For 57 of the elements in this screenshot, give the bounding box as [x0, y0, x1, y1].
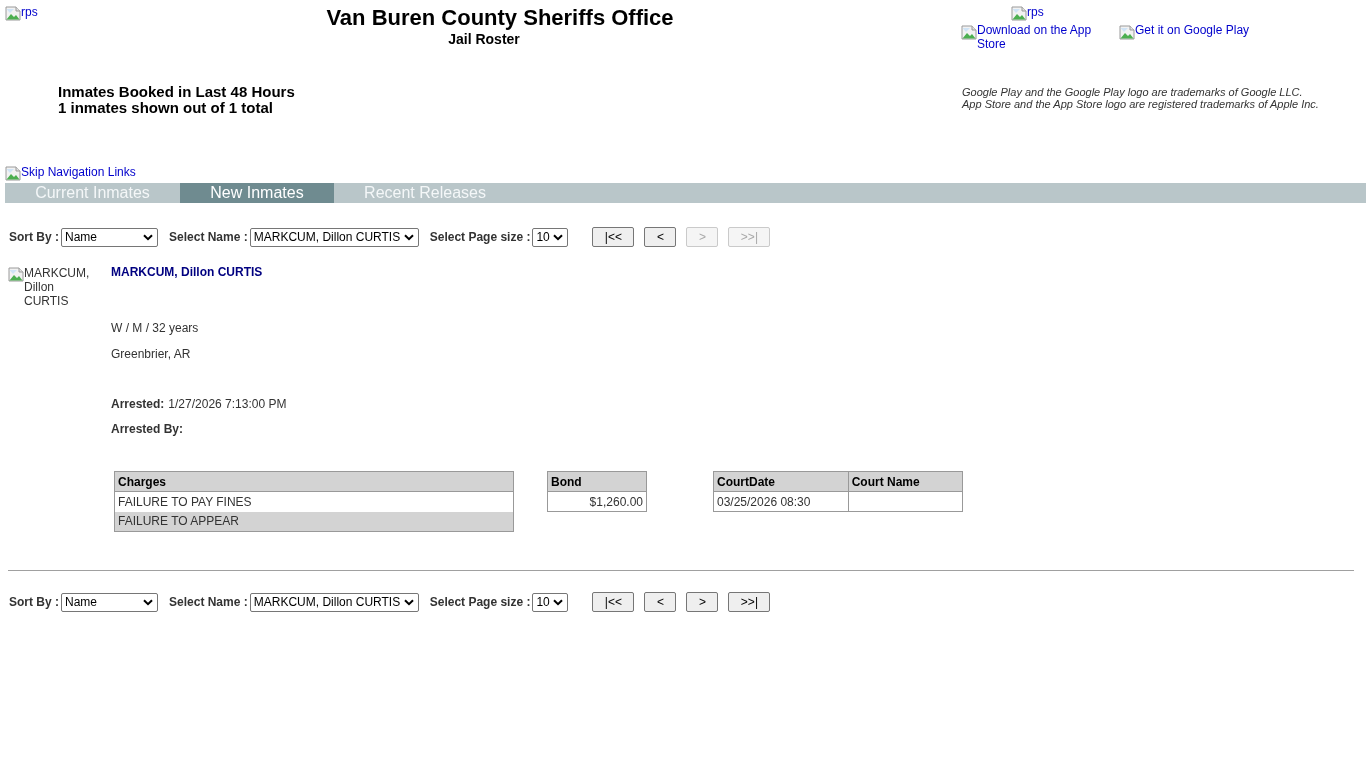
inmate-dropdown[interactable]: MARKCUM, Dillon CURTIS: [249, 227, 419, 247]
summary-text: 1 inmates shown out of 1 total: [58, 100, 275, 116]
column-header: Court Name: [848, 471, 963, 492]
location-text: Greenbrier, AR: [111, 347, 191, 361]
google-play-link[interactable]: Get it on Google Play: [1119, 23, 1250, 40]
pager-button[interactable]: >: [686, 592, 719, 612]
pager-button[interactable]: >>|: [728, 592, 771, 612]
field-label: Arrested:: [111, 397, 165, 411]
inmate-dropdown[interactable]: MARKCUM, Dillon CURTIS: [249, 592, 419, 612]
broken-image-icon: [8, 266, 24, 282]
table-cell: 03/25/2026 08:30: [713, 491, 849, 512]
photo-alt-text: MARKCUM, Dillon CURTIS: [24, 266, 91, 308]
pager-button[interactable]: <: [644, 227, 677, 247]
page-subtitle: Jail Roster: [448, 31, 520, 47]
field-label: Select Page size :: [429, 595, 531, 609]
chevron-down-icon: [403, 598, 414, 606]
field-label: Select Name :: [169, 595, 248, 609]
table-cell: FAILURE TO APPEAR: [114, 511, 514, 532]
logo-link[interactable]: rps: [5, 5, 38, 21]
sort-dropdown[interactable]: Name: [61, 227, 158, 247]
skip-navigation-link[interactable]: Skip Navigation Links: [5, 165, 136, 181]
inmate-name-link[interactable]: MARKCUM, Dillon CURTIS: [111, 265, 263, 279]
broken-image-icon: [1119, 24, 1135, 40]
chevron-down-icon: [403, 233, 414, 241]
sort-dropdown[interactable]: Name: [61, 592, 158, 612]
column-header: Charges: [114, 471, 514, 492]
field-value: 1/27/2026 7:13:00 PM: [168, 397, 287, 411]
nav-tab[interactable]: New Inmates: [180, 183, 334, 203]
column-header: CourtDate: [713, 471, 849, 492]
table-cell: FAILURE TO PAY FINES: [114, 491, 514, 512]
page-size-dropdown[interactable]: 10: [532, 227, 569, 247]
field-label: Sort By :: [9, 595, 59, 609]
chevron-down-icon: [143, 233, 153, 241]
broken-image-icon: [961, 24, 977, 40]
pager-button[interactable]: |<<: [592, 592, 635, 612]
chevron-down-icon: [553, 598, 564, 606]
trademark-notice: App Store and the App Store logo are registered trademarks of Apple Inc.: [962, 98, 1319, 110]
field-label: Arrested By:: [111, 422, 184, 436]
chevron-down-icon: [553, 233, 564, 241]
broken-image-icon: [5, 5, 21, 21]
pager-button[interactable]: <: [644, 592, 677, 612]
field-label: Sort By :: [9, 230, 59, 244]
field-label: Select Page size :: [429, 230, 531, 244]
field-label: Select Name :: [169, 230, 248, 244]
demographics-text: W / M / 32 years: [111, 321, 199, 335]
pager-button[interactable]: |<<: [592, 227, 635, 247]
chevron-down-icon: [143, 598, 153, 606]
summary-text: Inmates Booked in Last 48 Hours: [58, 84, 295, 100]
logo-link[interactable]: rps: [1011, 5, 1044, 21]
page-title: Van Buren County Sheriffs Office: [326, 5, 674, 31]
trademark-notice: Google Play and the Google Play logo are trademarks of Google LLC.: [962, 86, 1304, 98]
app-store-link[interactable]: Download on the App Store: [961, 23, 1095, 51]
column-header: Bond: [547, 471, 647, 492]
broken-image-icon: [1011, 5, 1027, 21]
table-cell: $1,260.00: [547, 491, 647, 512]
broken-image-icon: [5, 165, 21, 181]
page-size-dropdown[interactable]: 10: [532, 592, 569, 612]
